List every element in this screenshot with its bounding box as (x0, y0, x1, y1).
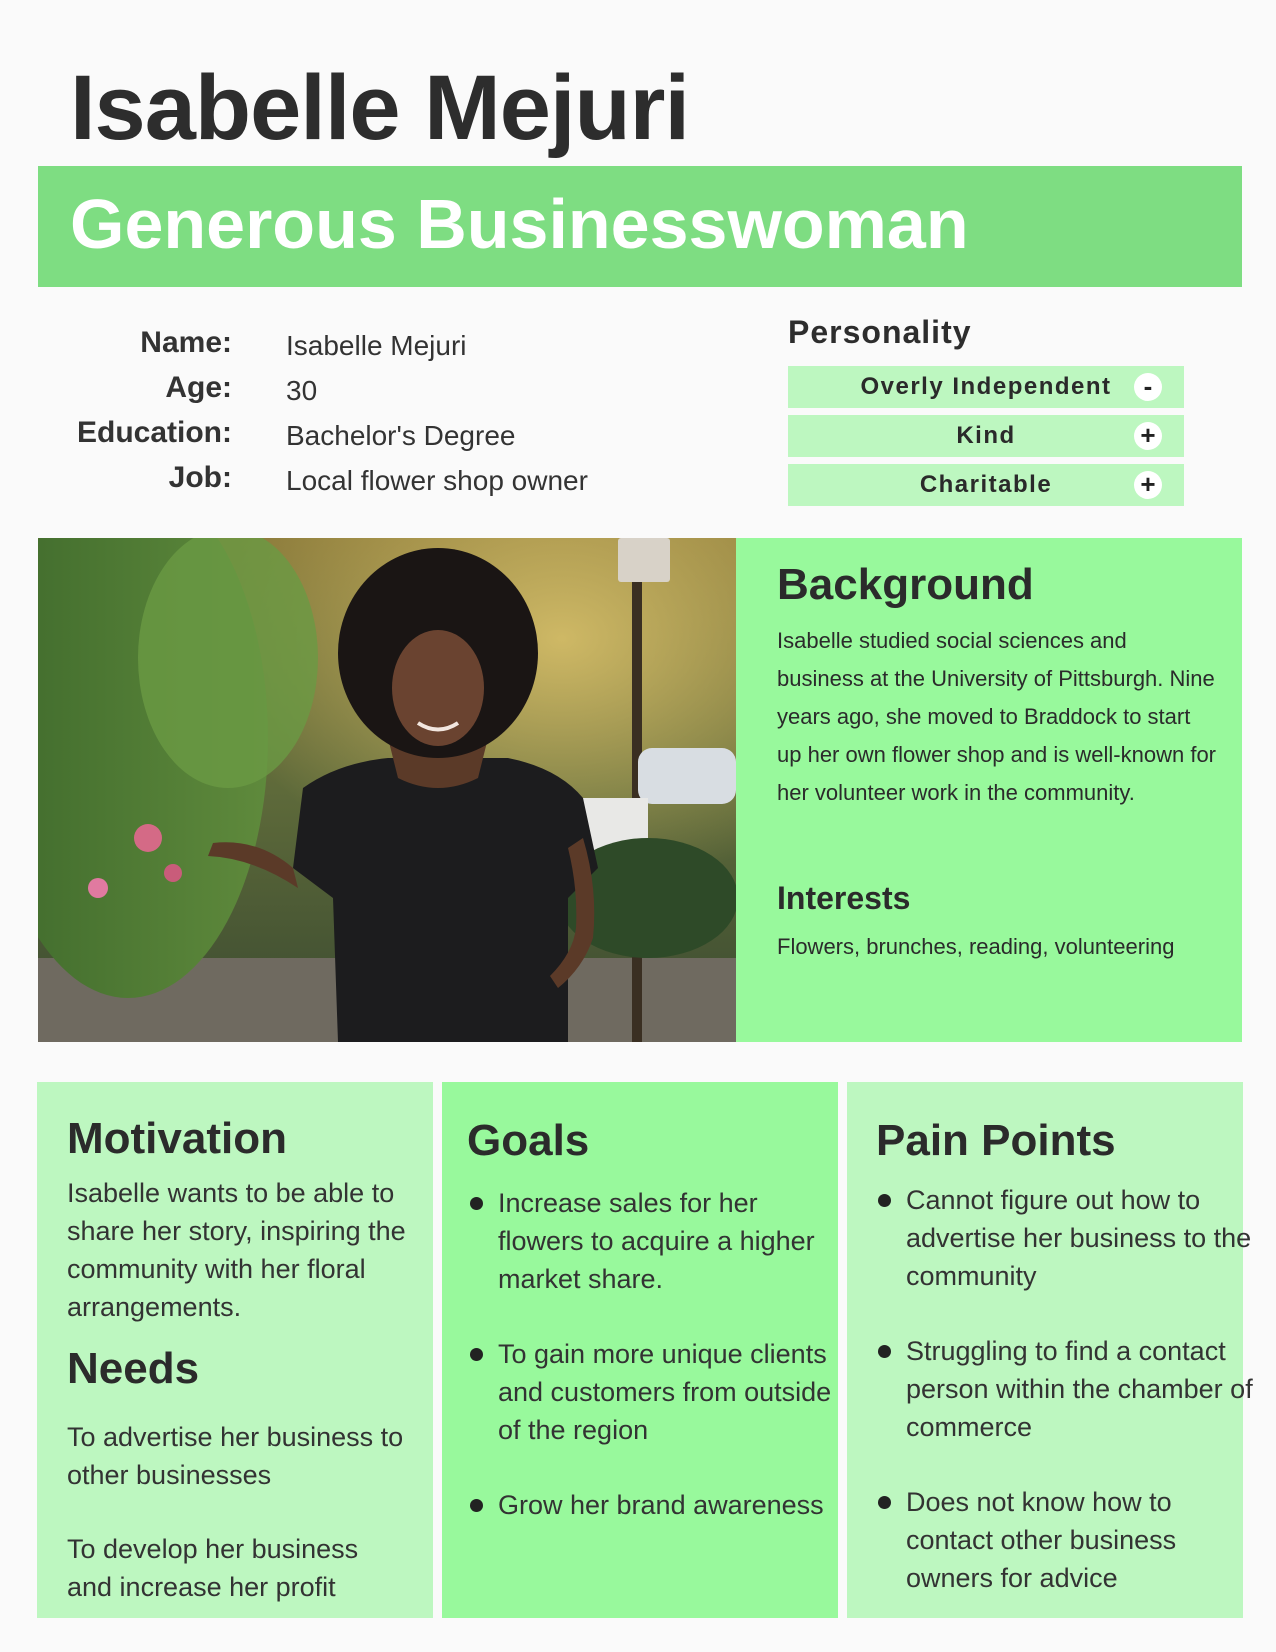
bullet-icon (878, 1194, 891, 1207)
minus-icon: - (1134, 373, 1162, 401)
background-title: Background (777, 560, 1034, 609)
plus-icon: + (1134, 471, 1162, 499)
goals-item-text: Increase sales for her flowers to acquir… (498, 1188, 815, 1294)
trait-label: Overly Independent (860, 373, 1112, 400)
bullet-icon (470, 1197, 483, 1210)
needs-item: To advertise her business to other busin… (67, 1422, 404, 1490)
interests-text: Flowers, brunches, reading, volunteering (777, 934, 1175, 959)
motivation-title: Motivation (67, 1114, 287, 1163)
trait-charitable: Charitable + (788, 464, 1184, 506)
trait-overly-independent: Overly Independent - (788, 366, 1184, 408)
pain-points-item-text: Struggling to find a contact person with… (906, 1336, 1253, 1442)
trait-kind: Kind + (788, 415, 1184, 457)
persona-photo (38, 538, 736, 1042)
needs-title: Needs (67, 1344, 200, 1393)
info-label-age: Age: (165, 371, 232, 404)
goals-title: Goals (467, 1116, 590, 1165)
pain-points-list-item: Struggling to find a contact person with… (878, 1332, 1256, 1446)
goals-item-text: Grow her brand awareness (498, 1490, 824, 1520)
info-value-name: Isabelle Mejuri (286, 330, 467, 361)
goals-list-item: To gain more unique clients and customer… (470, 1335, 838, 1449)
interests-title: Interests (777, 880, 911, 916)
pain-points-list-item: Does not know how to contact other busin… (878, 1483, 1256, 1597)
info-value-age: 30 (286, 375, 318, 406)
info-value-job: Local flower shop owner (286, 465, 588, 496)
background-text: Isabelle studied social sciences and bus… (777, 628, 1217, 805)
needs-item: To develop her business and increase her… (67, 1534, 359, 1602)
persona-name: Isabelle Mejuri (70, 57, 690, 159)
pain-points-list-item: Cannot figure out how to advertise her b… (878, 1181, 1256, 1295)
bullet-icon (470, 1499, 483, 1512)
bullet-icon (878, 1345, 891, 1358)
persona-tagline: Generous Businesswoman (70, 185, 969, 263)
goals-item-text: To gain more unique clients and customer… (498, 1339, 832, 1445)
goals-list-item: Increase sales for her flowers to acquir… (470, 1184, 838, 1298)
bullet-icon (878, 1496, 891, 1509)
pain-points-title: Pain Points (876, 1116, 1116, 1165)
motivation-text: Isabelle wants to be able to share her s… (67, 1178, 406, 1322)
bullet-icon (470, 1348, 483, 1361)
info-value-education: Bachelor's Degree (286, 420, 516, 451)
info-label-education: Education: (77, 416, 232, 449)
personality-heading: Personality (788, 314, 972, 350)
plus-icon: + (1134, 422, 1162, 450)
trait-label: Kind (956, 422, 1016, 449)
pain-points-item-text: Does not know how to contact other busin… (906, 1487, 1177, 1593)
pain-points-item-text: Cannot figure out how to advertise her b… (906, 1185, 1252, 1291)
info-label-name: Name: (140, 326, 232, 359)
goals-list-item: Grow her brand awareness (470, 1486, 838, 1524)
trait-label: Charitable (919, 471, 1053, 498)
info-label-job: Job: (168, 461, 232, 494)
